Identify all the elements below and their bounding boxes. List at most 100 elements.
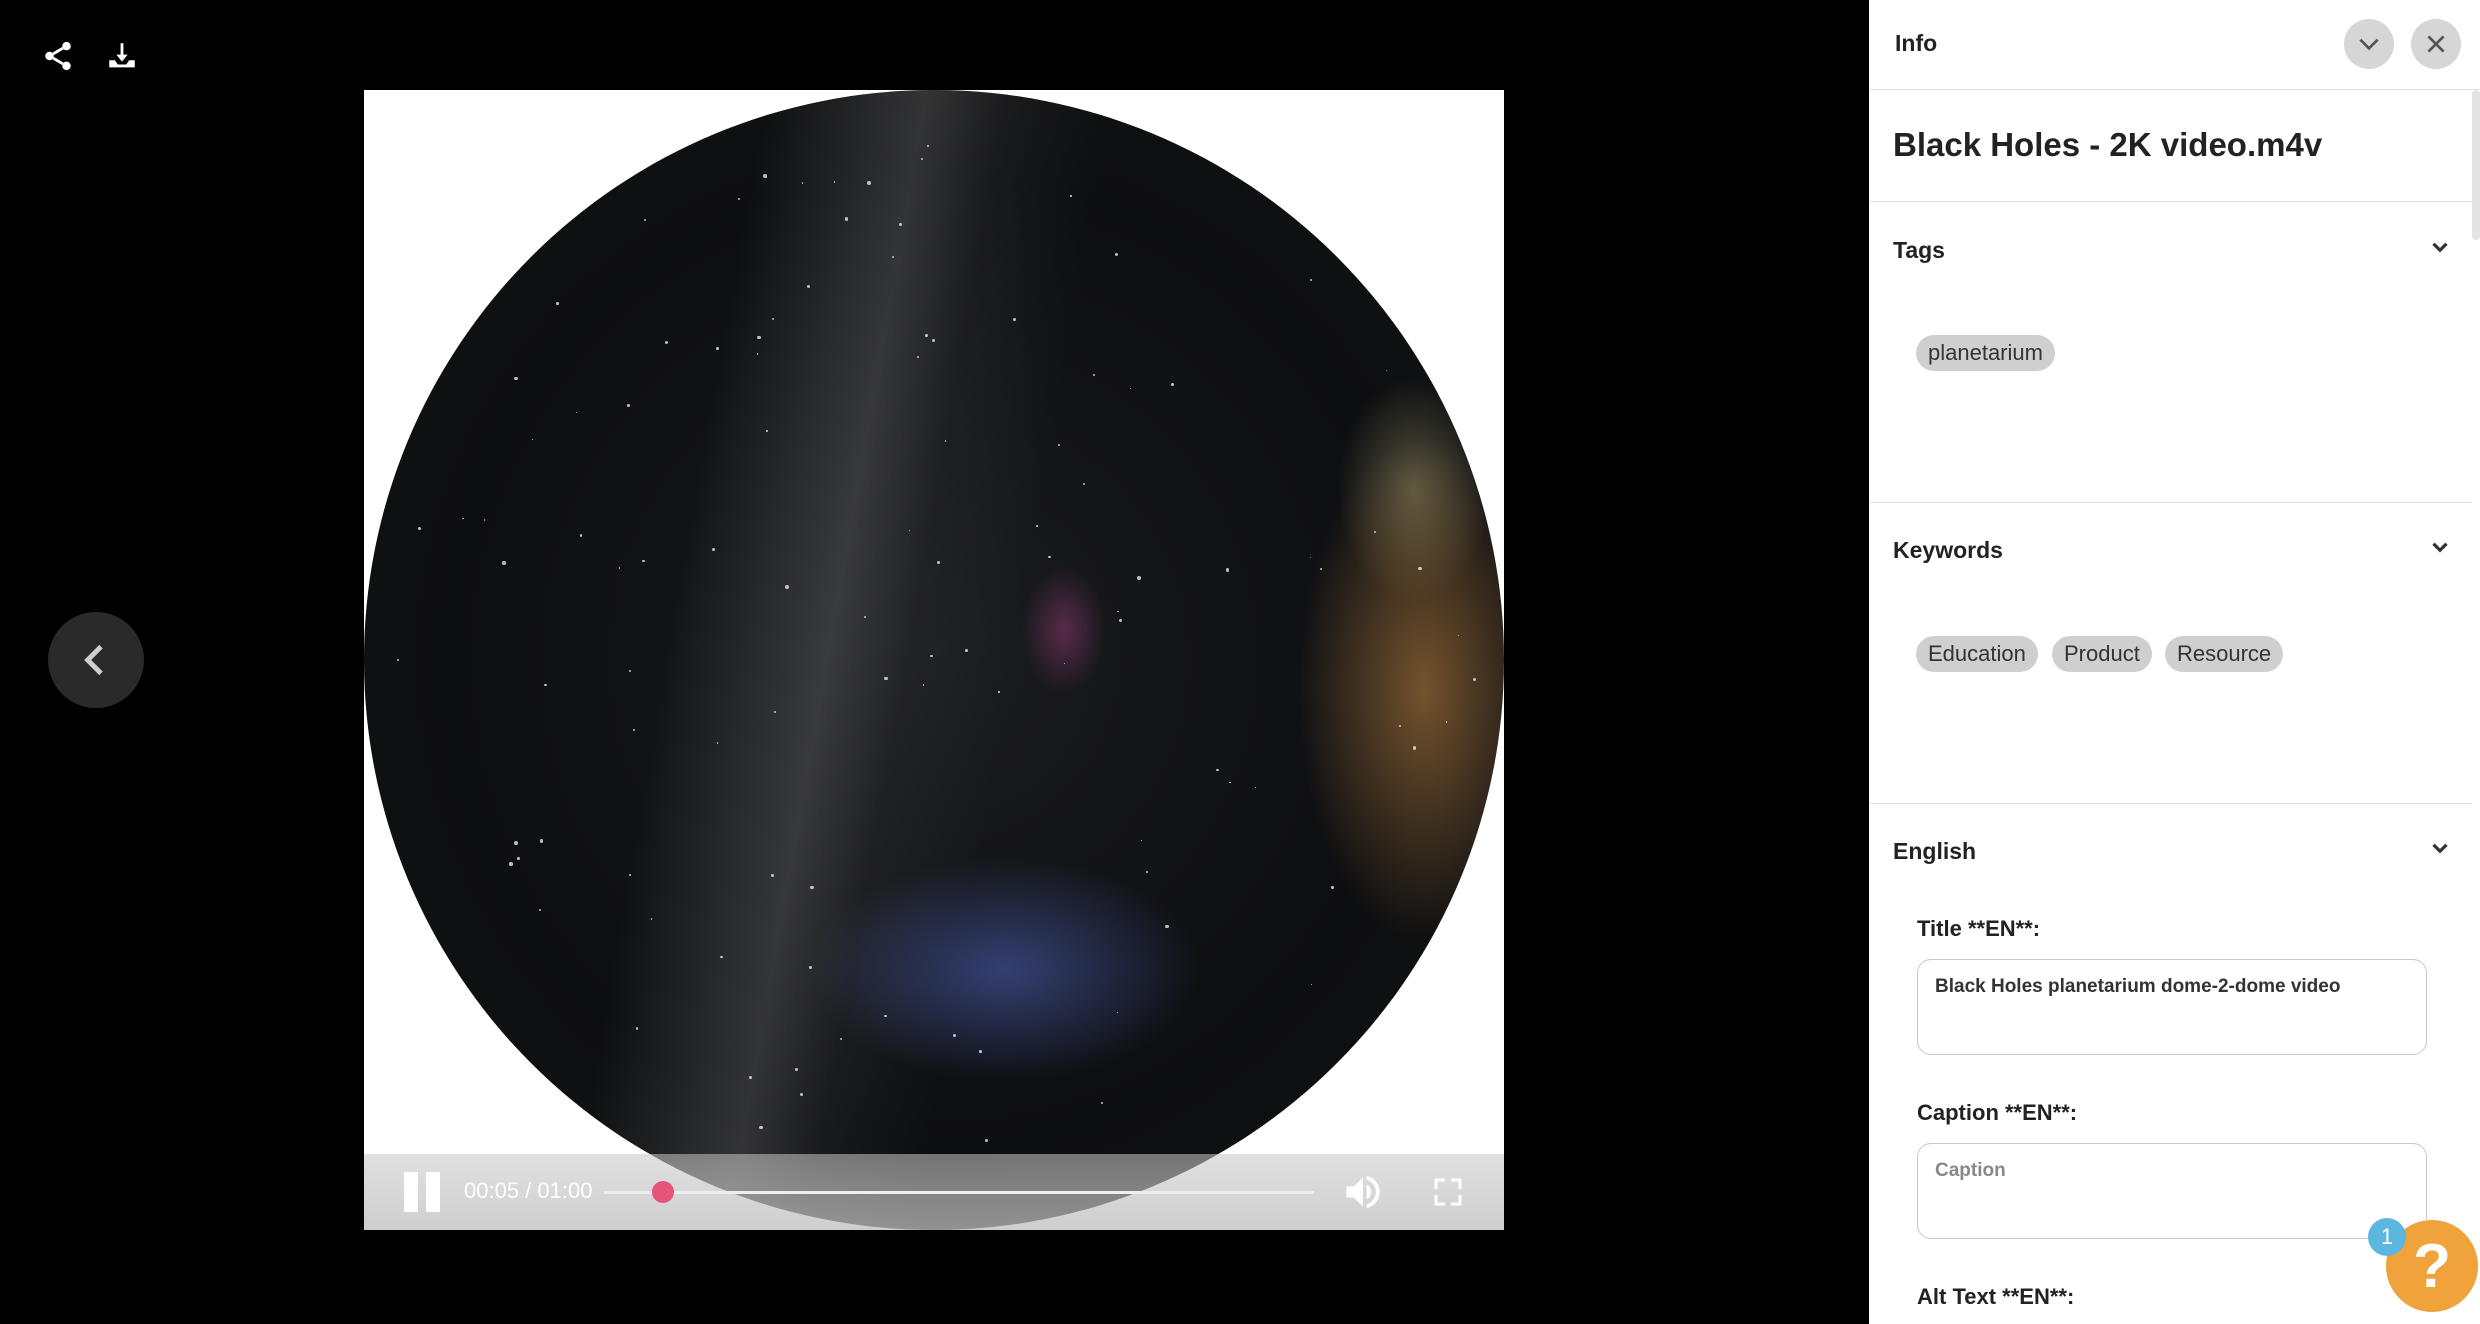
star: [774, 710, 777, 714]
star: [556, 302, 559, 305]
file-name: Black Holes - 2K video.m4v: [1893, 126, 2323, 163]
divider: [1869, 502, 2472, 503]
star: [1229, 781, 1231, 784]
star: [501, 560, 506, 565]
title-field-label: Title **EN**:: [1917, 916, 2041, 941]
seek-thumb[interactable]: [651, 1181, 674, 1203]
star-field: [364, 90, 1504, 1230]
star: [784, 584, 789, 589]
star: [716, 347, 719, 350]
star: [1070, 195, 1072, 197]
collapse-button[interactable]: [2344, 19, 2394, 69]
star: [799, 1092, 804, 1097]
keyword-chip[interactable]: Product: [2052, 636, 2152, 672]
star: [717, 742, 719, 744]
notification-badge: 1: [2368, 1218, 2406, 1256]
player-controls: 00:05 / 01:00: [364, 1154, 1504, 1230]
tags-expand-icon[interactable]: [2427, 234, 2453, 260]
star: [483, 519, 486, 521]
star: [516, 857, 520, 861]
share-icon[interactable]: [26, 24, 90, 88]
title-field[interactable]: Black Holes planetarium dome-2-dome vide…: [1917, 959, 2427, 1055]
star: [539, 909, 542, 912]
panel-header: Info: [1869, 0, 2480, 90]
star: [833, 181, 836, 183]
star: [756, 352, 759, 355]
star: [540, 839, 544, 843]
star: [884, 676, 888, 681]
chevron-down-icon: [2359, 38, 2379, 51]
star: [1398, 725, 1401, 728]
star: [1385, 370, 1387, 372]
star: [579, 534, 583, 538]
pause-button[interactable]: [404, 1172, 444, 1212]
close-icon: [2427, 35, 2445, 53]
english-expand-icon[interactable]: [2427, 835, 2453, 861]
star: [863, 615, 866, 618]
star: [650, 918, 653, 920]
panel-scrollbar[interactable]: [2472, 90, 2480, 240]
star: [924, 333, 928, 337]
star: [1013, 318, 1016, 322]
seek-bar[interactable]: [604, 1181, 1314, 1203]
previous-button[interactable]: [48, 612, 144, 708]
star: [1129, 387, 1132, 390]
star: [509, 862, 513, 866]
divider: [1869, 201, 2472, 202]
star: [1216, 768, 1219, 772]
star: [665, 340, 669, 345]
fullscreen-icon[interactable]: [1430, 1174, 1466, 1210]
star: [771, 874, 774, 877]
keyword-chip[interactable]: Resource: [2165, 636, 2284, 672]
star: [952, 1034, 956, 1038]
star: [514, 376, 518, 380]
star: [1115, 253, 1119, 257]
star: [965, 648, 968, 652]
star: [759, 1126, 763, 1130]
star: [1082, 482, 1085, 485]
star: [1331, 886, 1334, 889]
star: [908, 529, 910, 531]
tag-chip[interactable]: planetarium: [1916, 335, 2055, 371]
star: [945, 440, 947, 442]
help-icon: ?: [2413, 1231, 2451, 1301]
keyword-chip[interactable]: Education: [1916, 636, 2038, 672]
star: [636, 1027, 639, 1030]
star: [1373, 530, 1377, 534]
star: [643, 219, 646, 222]
star: [1058, 443, 1061, 446]
caption-field-label: Caption **EN**:: [1917, 1100, 2078, 1125]
star: [633, 729, 636, 732]
star: [531, 438, 533, 441]
star: [418, 527, 422, 531]
star: [1141, 839, 1143, 841]
star: [923, 684, 925, 686]
close-button[interactable]: [2411, 19, 2461, 69]
star: [757, 335, 761, 339]
english-section-title[interactable]: English: [1893, 838, 1976, 865]
star: [1048, 555, 1051, 559]
star: [1118, 618, 1123, 623]
star: [916, 355, 919, 358]
keywords-expand-icon[interactable]: [2427, 534, 2453, 560]
caption-field[interactable]: Caption: [1917, 1143, 2427, 1239]
star: [576, 412, 578, 414]
star: [1445, 721, 1448, 723]
star: [1101, 1102, 1104, 1105]
star: [1165, 924, 1169, 929]
keywords-section-title[interactable]: Keywords: [1893, 537, 2003, 564]
info-panel: Info Black Holes - 2K video.m4v Tags pla…: [1869, 0, 2480, 1324]
star: [1309, 556, 1311, 558]
video-player[interactable]: 00:05 / 01:00: [364, 90, 1504, 1230]
star: [1457, 635, 1459, 637]
star: [771, 318, 774, 321]
star: [1136, 575, 1141, 580]
chevron-left-icon: [84, 644, 103, 676]
tags-section-title[interactable]: Tags: [1893, 237, 1945, 264]
panel-title: Info: [1895, 30, 1938, 56]
download-icon[interactable]: [90, 24, 154, 88]
star: [766, 430, 768, 432]
star: [1310, 279, 1313, 282]
star: [1472, 678, 1476, 682]
volume-icon[interactable]: [1339, 1170, 1387, 1214]
